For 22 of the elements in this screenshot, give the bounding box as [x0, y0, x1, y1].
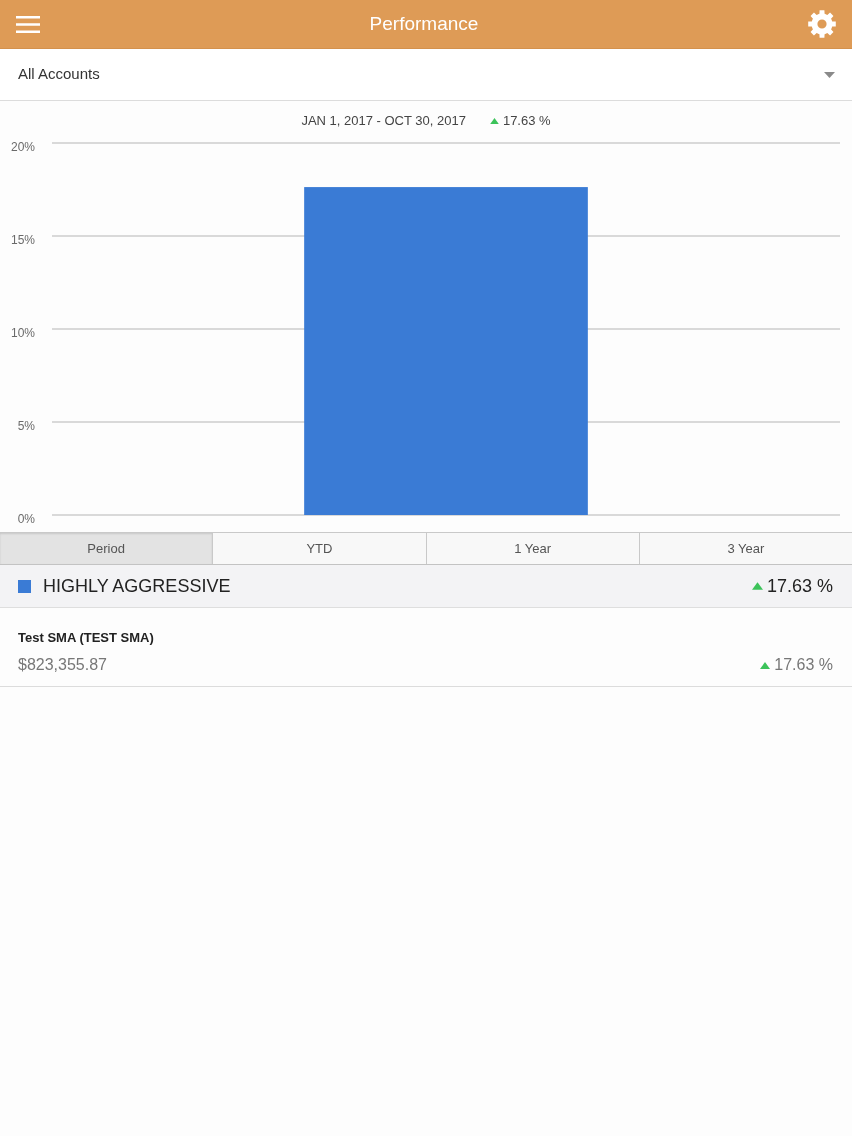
group-name: HIGHLY AGGRESSIVE [43, 574, 231, 598]
period-tab[interactable]: 3 Year [639, 533, 852, 564]
y-axis-label: 5% [17, 418, 35, 433]
account-return: 17.63 % [774, 655, 833, 675]
date-range: JAN 1, 2017 - OCT 30, 2017 [301, 112, 466, 131]
group-return: 17.63 % [766, 574, 833, 598]
y-axis-label: 15% [10, 232, 35, 247]
y-axis-label: 20% [10, 139, 35, 154]
menu-button[interactable] [16, 15, 40, 33]
page-title: Performance [369, 11, 479, 36]
settings-icon [808, 10, 836, 38]
period-tab[interactable]: YTD [213, 533, 427, 564]
account-name: Test SMA (TEST SMA) [18, 629, 154, 647]
settings-button[interactable] [808, 10, 836, 38]
caret-icon [824, 71, 835, 78]
menu-icon [16, 15, 40, 33]
y-axis-label: 10% [10, 325, 35, 340]
account-value: $823,355.87 [18, 655, 107, 675]
period-tab[interactable]: Period [0, 533, 214, 564]
y-axis-label: 0% [17, 511, 35, 526]
return-value: 17.63 % [502, 112, 551, 131]
period-tab[interactable]: 1 Year [426, 533, 640, 564]
